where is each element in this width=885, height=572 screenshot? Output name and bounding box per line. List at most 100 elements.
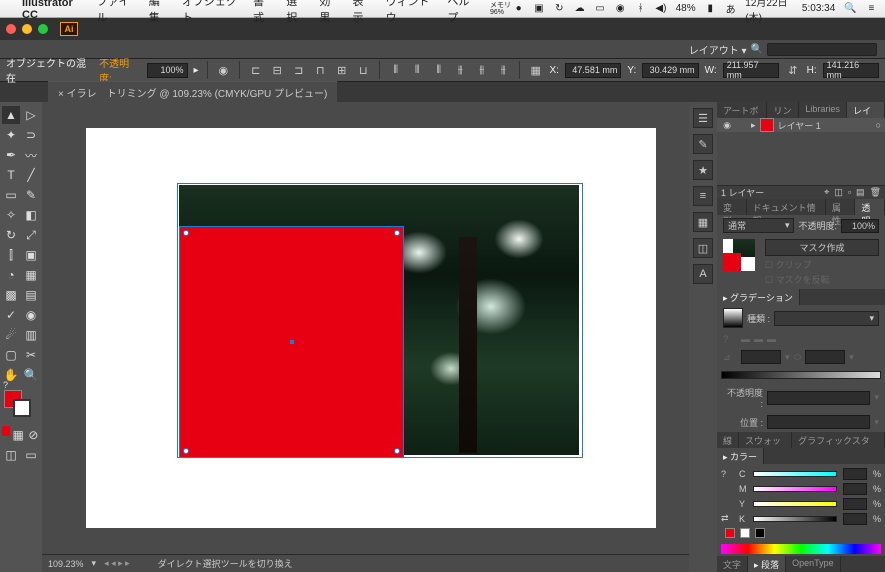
gradient-type-select[interactable]: ▾	[774, 311, 879, 326]
wifi-icon[interactable]: ◉	[615, 3, 626, 14]
tab-stroke[interactable]: 線	[717, 432, 739, 448]
tab-transparency[interactable]: 透明	[855, 199, 885, 215]
selection-tool[interactable]: ▲	[2, 106, 20, 124]
notification-icon[interactable]: ≡	[866, 3, 877, 14]
new-sublayer-icon[interactable]: ▫	[848, 187, 851, 198]
gradient-mode[interactable]: ▦	[12, 426, 25, 444]
menu-type[interactable]: 書式	[253, 0, 272, 25]
menu-select[interactable]: 選択	[286, 0, 305, 25]
red-rectangle[interactable]	[179, 226, 404, 458]
evernote-icon[interactable]: ●	[513, 3, 524, 14]
chevron-down-icon[interactable]: ▸	[194, 65, 199, 76]
dock-stroke-icon[interactable]: ≡	[693, 186, 713, 206]
dropbox-icon[interactable]: ▣	[533, 3, 544, 14]
column-graph-tool[interactable]: ▥	[22, 326, 40, 344]
line-tool[interactable]: ╱	[22, 166, 40, 184]
perspective-tool[interactable]: ▦	[22, 266, 40, 284]
menu-object[interactable]: オブジェクト	[182, 0, 239, 25]
eraser-tool[interactable]: ◧	[22, 206, 40, 224]
layer-row[interactable]: ◉ ▸ レイヤー 1 ○	[717, 118, 885, 132]
dock-symbols-icon[interactable]: ★	[693, 160, 713, 180]
dock-brushes-icon[interactable]: ✎	[693, 134, 713, 154]
mesh-tool[interactable]: ▩	[2, 286, 20, 304]
dock-properties-icon[interactable]: ☰	[693, 108, 713, 128]
dist-icon-3[interactable]: ⫴	[431, 62, 447, 78]
gradient-slider[interactable]	[721, 371, 881, 379]
zoom-level[interactable]: 109.23%	[48, 559, 84, 569]
spotlight-icon[interactable]: 🔍	[844, 3, 856, 14]
free-transform-tool[interactable]: ▣	[22, 246, 40, 264]
link-wh-icon[interactable]: ⇵	[785, 62, 801, 78]
direct-selection-tool[interactable]: ▷	[22, 106, 40, 124]
dist-icon-6[interactable]: ⫵	[495, 62, 511, 78]
app-name[interactable]: Illustrator CC	[22, 0, 83, 21]
width-tool[interactable]: ⫿	[2, 246, 20, 264]
dist-icon-1[interactable]: ⫴	[388, 62, 404, 78]
lasso-tool[interactable]: ⊃	[22, 126, 40, 144]
target-icon[interactable]: ○	[876, 120, 881, 130]
tab-character[interactable]: 文字	[717, 556, 748, 572]
window-minimize[interactable]	[22, 24, 32, 34]
tab-color[interactable]: ▸ カラー	[717, 448, 764, 464]
visibility-icon[interactable]: ◉	[721, 120, 733, 131]
type-tool[interactable]: T	[2, 166, 20, 184]
layer-name[interactable]: レイヤー 1	[778, 119, 821, 132]
search-input[interactable]	[767, 43, 877, 56]
m-slider[interactable]	[753, 486, 837, 492]
gradient-tool[interactable]: ▤	[22, 286, 40, 304]
c-slider[interactable]	[753, 471, 837, 477]
menu-window[interactable]: ウィンドウ	[386, 0, 434, 25]
slice-tool[interactable]: ✂	[22, 346, 40, 364]
dock-pathfinder-icon[interactable]: ◫	[693, 238, 713, 258]
draw-normal[interactable]: ◫	[2, 446, 20, 464]
dist-icon-2[interactable]: ⫴	[409, 62, 425, 78]
panel-opacity-input[interactable]: 100%	[841, 219, 879, 233]
menu-view[interactable]: 表示	[352, 0, 371, 25]
align-top-icon[interactable]: ⊓	[313, 62, 329, 78]
y-input[interactable]: 30.429 mm	[642, 63, 698, 78]
c-input[interactable]	[843, 468, 867, 480]
color-mode[interactable]	[2, 426, 10, 436]
document-tab[interactable]: × イラレ トリミング @ 109.23% (CMYK/GPU プレビュー)	[48, 81, 337, 103]
tab-swatches[interactable]: スウォッチ	[739, 432, 792, 448]
menu-file[interactable]: ファイル	[97, 0, 135, 25]
cloud-icon[interactable]: ☁	[574, 3, 585, 14]
tab-docinfo[interactable]: ドキュメント情報	[747, 199, 826, 215]
lang-icon[interactable]: あ	[725, 1, 736, 16]
tab-libraries[interactable]: Libraries	[799, 102, 847, 118]
k-slider[interactable]	[753, 516, 837, 522]
tab-paragraph[interactable]: ▸ 段落	[748, 556, 786, 572]
tab-opentype[interactable]: OpenType	[786, 556, 841, 572]
align-left-icon[interactable]: ⊏	[248, 62, 264, 78]
color-picker[interactable]: ?	[4, 390, 40, 418]
k-input[interactable]	[843, 513, 867, 525]
dock-char-icon[interactable]: A	[693, 264, 713, 284]
m-input[interactable]	[843, 483, 867, 495]
magic-wand-tool[interactable]: ✦	[2, 126, 20, 144]
dock-align-icon[interactable]: ▦	[693, 212, 713, 232]
locate-layer-icon[interactable]: ⌖	[824, 187, 829, 198]
opacity-input[interactable]: 100%	[147, 63, 188, 78]
volume-icon[interactable]: ◀)	[655, 3, 666, 14]
canvas[interactable]: 109.23% ▾ ◂ ◂ ▸ ▸ ダイレクト選択ツールを切り換え	[42, 102, 689, 572]
window-zoom[interactable]	[38, 24, 48, 34]
tab-links[interactable]: リンク	[767, 102, 799, 118]
dist-icon-5[interactable]: ⫵	[474, 62, 490, 78]
tab-layers[interactable]: レイヤー	[847, 102, 885, 118]
shape-builder-tool[interactable]: ◔	[2, 266, 20, 284]
tab-attributes[interactable]: 属性	[826, 199, 856, 215]
delete-layer-icon[interactable]: 🗑	[870, 187, 881, 198]
blend-tool[interactable]: ◉	[22, 306, 40, 324]
bluetooth-icon[interactable]: ᚼ	[635, 3, 646, 14]
scale-tool[interactable]: ⤢	[22, 226, 40, 244]
h-input[interactable]: 141.216 mm	[823, 63, 879, 78]
blend-mode-select[interactable]: 通常▾	[723, 218, 794, 233]
paintbrush-tool[interactable]: ✎	[22, 186, 40, 204]
x-input[interactable]: 47.581 mm	[565, 63, 621, 78]
white-swatch[interactable]	[740, 528, 750, 538]
shaper-tool[interactable]: ✧	[2, 206, 20, 224]
align-right-icon[interactable]: ⊐	[291, 62, 307, 78]
curvature-tool[interactable]: 〰	[22, 146, 40, 164]
new-layer-icon[interactable]: ▤	[856, 187, 865, 198]
menu-effect[interactable]: 効果	[319, 0, 338, 25]
